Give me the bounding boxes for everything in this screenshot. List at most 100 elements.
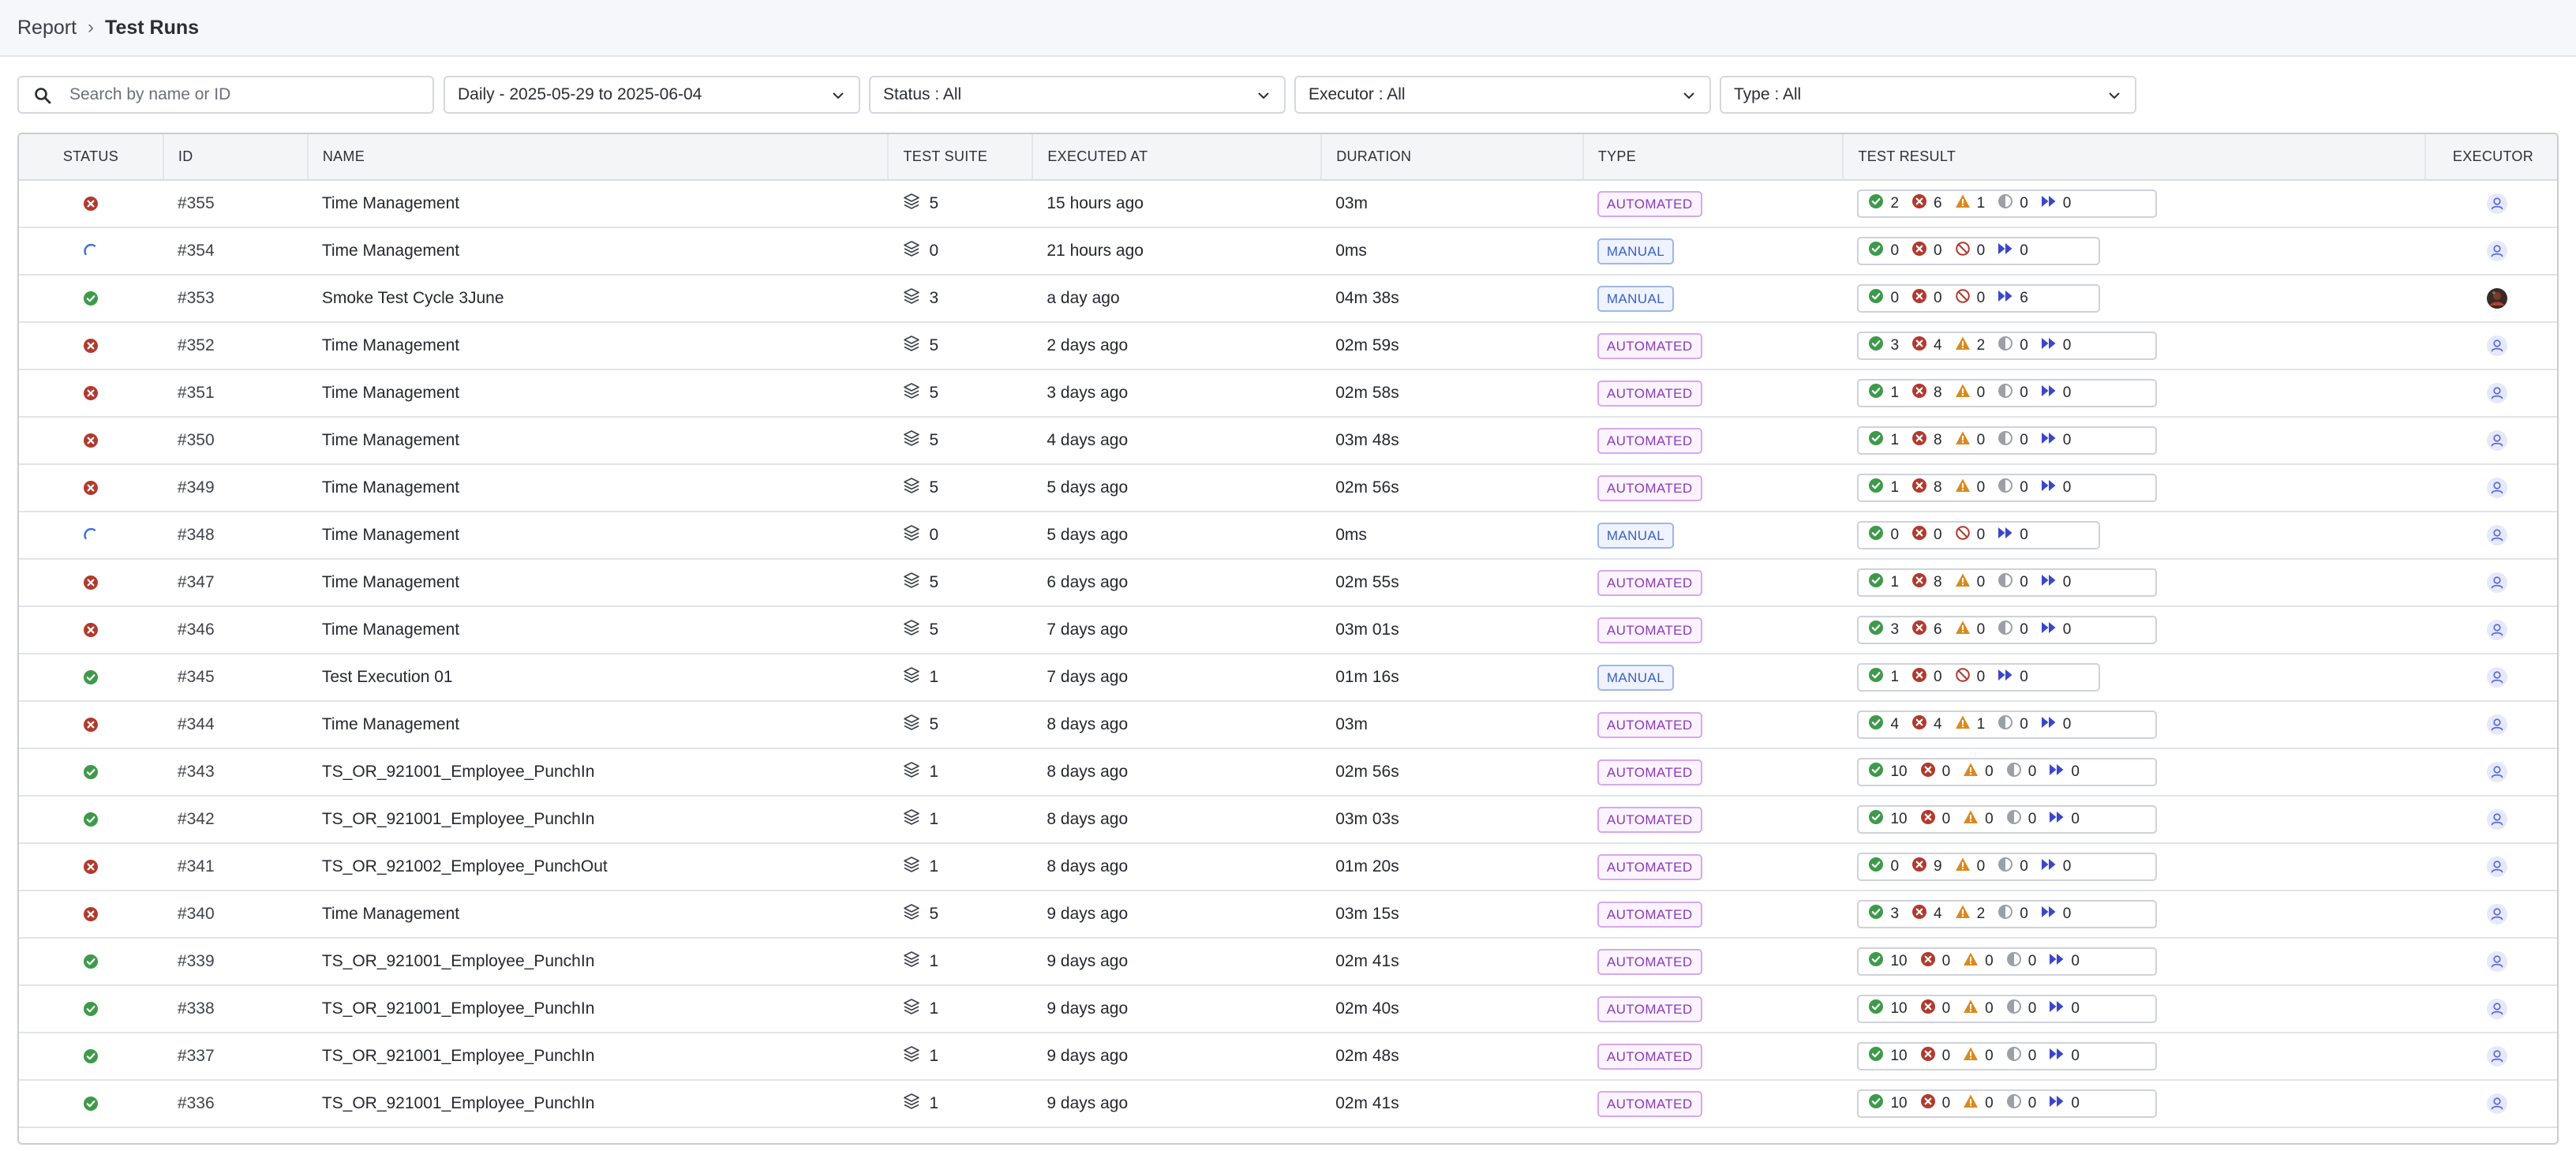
column-header-test-suite[interactable]: TEST SUITE [888, 134, 1034, 181]
column-header-type[interactable]: TYPE [1582, 134, 1844, 181]
run-name[interactable]: Time Management [307, 701, 889, 749]
table-row[interactable]: #336 TS_OR_921001_Employee_PunchIn 1 9 days… [19, 1080, 2557, 1128]
user-avatar-icon[interactable] [2486, 572, 2508, 594]
table-row[interactable]: #349 Time Management 5 5 days ago 02m 56s AUT… [19, 464, 2557, 512]
run-id[interactable]: #337 [163, 1033, 308, 1081]
test-result-summary[interactable]: 10 0 0 0 0 [1857, 1089, 2158, 1118]
user-avatar-icon[interactable] [2486, 619, 2508, 641]
run-id[interactable]: #336 [163, 1080, 308, 1128]
column-header-status[interactable]: STATUS [19, 134, 164, 181]
user-avatar-icon[interactable] [2486, 1093, 2508, 1115]
run-id[interactable]: #352 [163, 322, 308, 370]
user-avatar-icon[interactable] [2486, 524, 2508, 546]
test-result-summary[interactable]: 36000 [1857, 616, 2158, 644]
table-row[interactable]: #346 Time Management 5 7 days ago 03m 01s AUT… [19, 606, 2557, 654]
table-row[interactable]: #344 Time Management 5 8 days ago 03m AUTOMAT… [19, 701, 2557, 749]
user-avatar-icon[interactable] [2486, 761, 2508, 783]
user-avatar-icon[interactable] [2486, 950, 2508, 973]
table-row[interactable]: #350 Time Management 5 4 days ago 03m 48s AUT… [19, 417, 2557, 465]
run-id[interactable]: #338 [163, 985, 308, 1033]
table-row[interactable]: #340 Time Management 5 9 days ago 03m 15s AUT… [19, 890, 2557, 939]
run-name[interactable]: Time Management [307, 606, 889, 654]
search-box[interactable] [17, 76, 434, 114]
column-header-test-result[interactable]: TEST RESULT [1843, 134, 2427, 181]
column-header-id[interactable]: ID [163, 134, 309, 181]
table-row[interactable]: #347 Time Management 5 6 days ago 02m 55s AUT… [19, 559, 2557, 607]
run-id[interactable]: #346 [163, 606, 308, 654]
test-result-summary[interactable]: 10 0 0 0 0 [1857, 1042, 2158, 1070]
test-result-summary[interactable]: 34200 [1857, 332, 2158, 360]
user-avatar-icon[interactable] [2486, 856, 2508, 878]
user-avatar-icon[interactable] [2486, 429, 2508, 452]
user-avatar-icon[interactable] [2486, 1045, 2508, 1067]
run-name[interactable]: TS_OR_921001_Employee_PunchIn [307, 748, 889, 797]
run-id[interactable]: #355 [163, 180, 308, 228]
run-id[interactable]: #353 [163, 275, 308, 323]
run-id[interactable]: #340 [163, 890, 308, 939]
table-row[interactable]: #354 Time Management 0 21 hours ago 0ms MANUA… [19, 227, 2557, 276]
type-select[interactable]: Type : All [1720, 76, 2136, 114]
test-result-summary[interactable]: 10 0 0 0 0 [1857, 995, 2158, 1023]
run-id[interactable]: #342 [163, 796, 308, 844]
status-select[interactable]: Status : All [869, 76, 1286, 114]
table-row[interactable]: #352 Time Management 5 2 days ago 02m 59s AUT… [19, 322, 2557, 370]
table-row[interactable]: #339 TS_OR_921001_Employee_PunchIn 1 9 days… [19, 938, 2557, 986]
run-id[interactable]: #339 [163, 938, 308, 986]
user-avatar-icon[interactable] [2486, 193, 2508, 215]
user-avatar-icon[interactable] [2486, 382, 2508, 404]
test-result-summary[interactable]: 34200 [1857, 900, 2158, 928]
run-id[interactable]: #343 [163, 748, 308, 797]
user-avatar-icon[interactable] [2486, 477, 2508, 499]
user-avatar-icon[interactable] [2486, 903, 2508, 925]
user-avatar-icon[interactable] [2486, 240, 2508, 262]
run-name[interactable]: TS_OR_921001_Employee_PunchIn [307, 985, 889, 1033]
test-result-summary[interactable]: 0006 [1857, 284, 2101, 313]
breadcrumb-report-link[interactable]: Report [17, 17, 77, 39]
run-name[interactable]: Smoke Test Cycle 3June [307, 275, 889, 323]
run-name[interactable]: Time Management [307, 180, 889, 228]
executor-avatar-photo[interactable] [2486, 287, 2508, 309]
table-row[interactable]: #341 TS_OR_921002_Employee_PunchOut 1 8 day… [19, 843, 2557, 891]
run-name[interactable]: TS_OR_921001_Employee_PunchIn [307, 796, 889, 844]
run-name[interactable]: Time Management [307, 369, 889, 418]
run-id[interactable]: #349 [163, 464, 308, 512]
table-row[interactable]: #351 Time Management 5 3 days ago 02m 58s AUT… [19, 369, 2557, 418]
run-name[interactable]: TS_OR_921002_Employee_PunchOut [307, 843, 889, 891]
test-result-summary[interactable]: 18000 [1857, 568, 2158, 597]
test-result-summary[interactable]: 10 0 0 0 0 [1857, 758, 2158, 786]
column-header-duration[interactable]: DURATION [1321, 134, 1584, 181]
run-name[interactable]: TS_OR_921001_Employee_PunchIn [307, 1033, 889, 1081]
table-row[interactable]: #338 TS_OR_921001_Employee_PunchIn 1 9 days… [19, 985, 2557, 1033]
test-result-summary[interactable]: 09000 [1857, 853, 2158, 881]
run-id[interactable]: #345 [163, 654, 308, 702]
test-result-summary[interactable]: 0000 [1857, 237, 2101, 265]
column-header-executor[interactable]: EXECUTOR [2425, 134, 2557, 181]
test-result-summary[interactable]: 44100 [1857, 710, 2158, 739]
user-avatar-icon[interactable] [2486, 335, 2508, 357]
test-result-summary[interactable]: 10 0 0 0 0 [1857, 805, 2158, 834]
table-row[interactable]: #337 TS_OR_921001_Employee_PunchIn 1 9 days… [19, 1033, 2557, 1081]
table-row[interactable]: #342 TS_OR_921001_Employee_PunchIn 1 8 days… [19, 796, 2557, 844]
table-row[interactable]: #355 Time Management 5 15 hours ago 03m AUTOM… [19, 180, 2557, 228]
test-result-summary[interactable]: 26100 [1857, 189, 2158, 218]
user-avatar-icon[interactable] [2486, 714, 2508, 736]
run-name[interactable]: Time Management [307, 322, 889, 370]
run-name[interactable]: Time Management [307, 512, 889, 560]
run-name[interactable]: Time Management [307, 227, 889, 276]
run-id[interactable]: #350 [163, 417, 308, 465]
table-row[interactable]: #345 Test Execution 01 1 7 days ago 01m 16s M… [19, 654, 2557, 702]
test-result-summary[interactable]: 0000 [1857, 521, 2101, 549]
test-result-summary[interactable]: 1000 [1857, 663, 2101, 692]
run-name[interactable]: Time Management [307, 417, 889, 465]
column-header-executed-at[interactable]: EXECUTED AT [1032, 134, 1323, 181]
test-result-summary[interactable]: 18000 [1857, 379, 2158, 407]
run-id[interactable]: #341 [163, 843, 308, 891]
executor-select[interactable]: Executor : All [1294, 76, 1711, 114]
run-name[interactable]: Time Management [307, 464, 889, 512]
run-id[interactable]: #344 [163, 701, 308, 749]
column-header-name[interactable]: NAME [307, 134, 889, 181]
run-id[interactable]: #347 [163, 559, 308, 607]
test-result-summary[interactable]: 18000 [1857, 474, 2158, 502]
user-avatar-icon[interactable] [2486, 808, 2508, 830]
search-input[interactable] [69, 85, 417, 104]
